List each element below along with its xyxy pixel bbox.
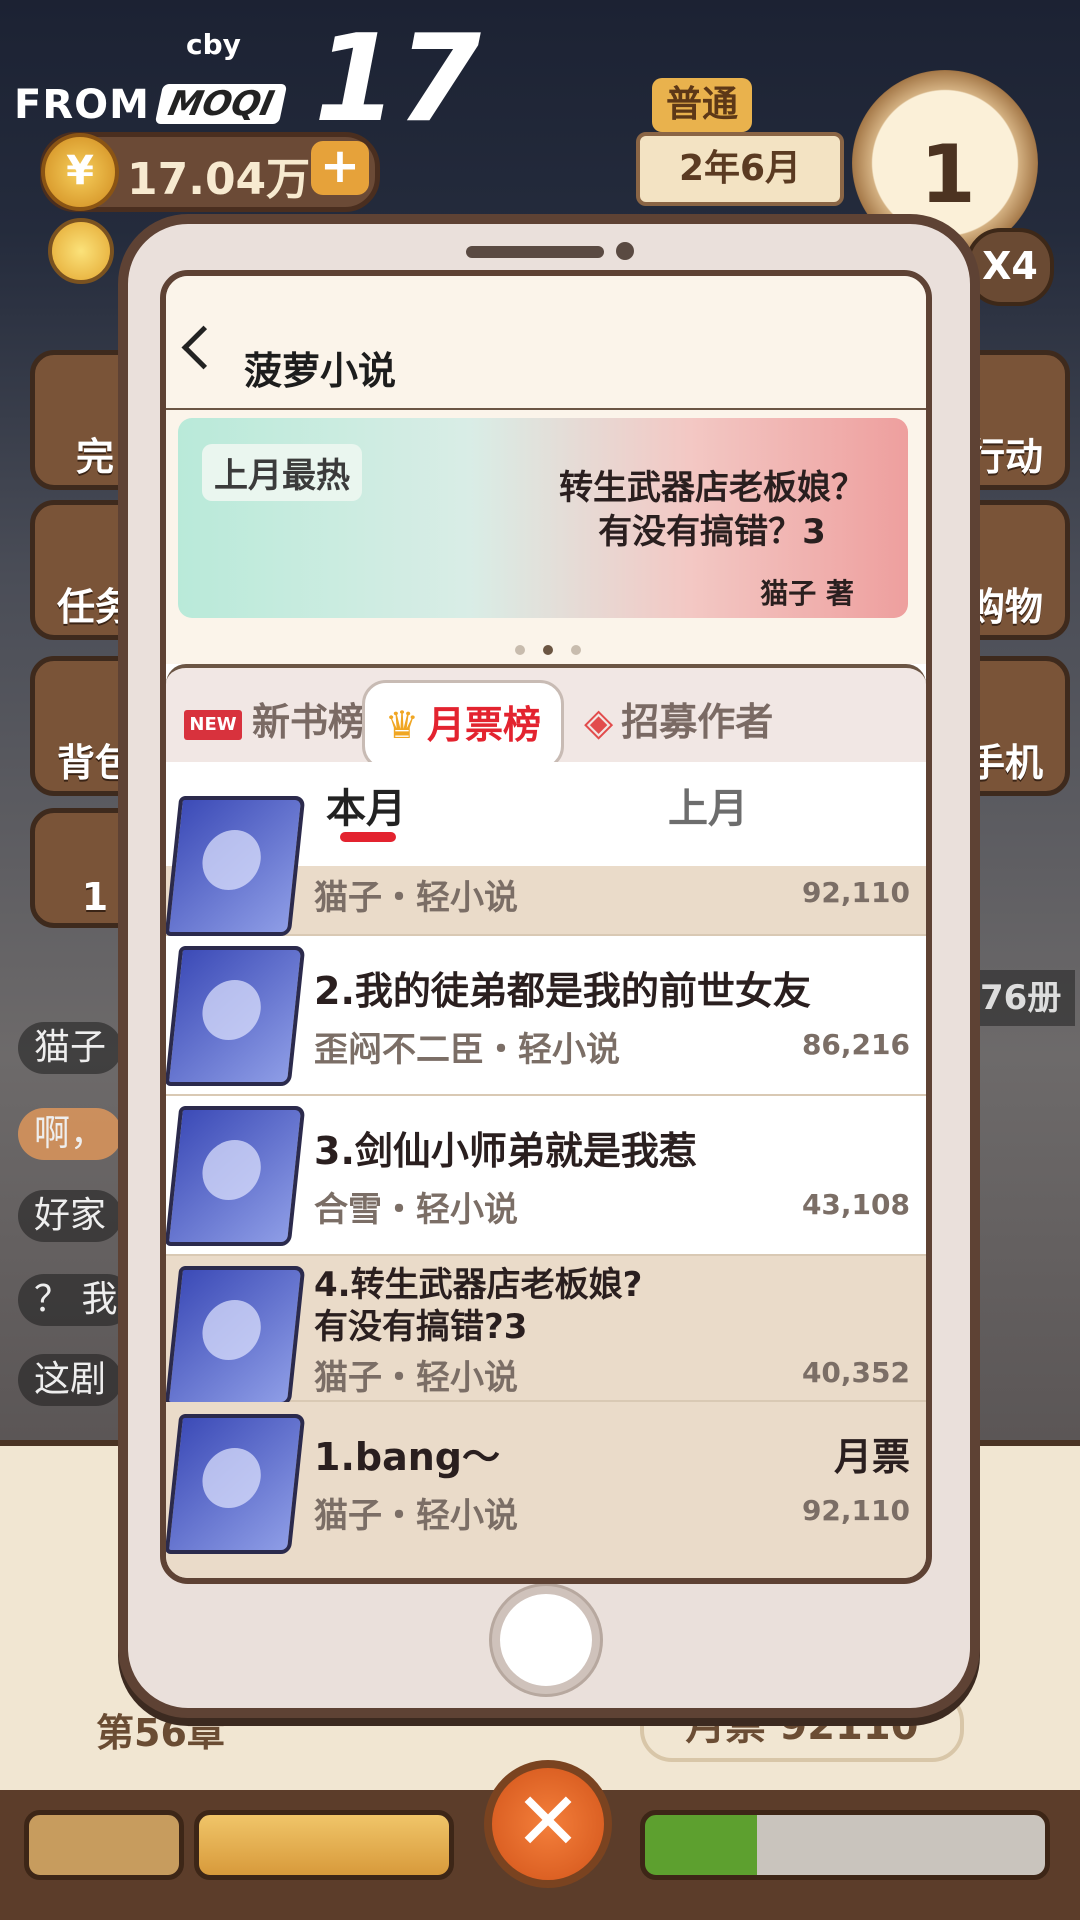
app-header: 菠萝小说 (166, 276, 926, 410)
chat-line: ？ 我 (18, 1274, 134, 1326)
banner-pagination (506, 640, 590, 659)
book-votes: 92,110 (801, 876, 910, 909)
new-badge: NEW (184, 709, 242, 740)
chat-line: 啊， (18, 1108, 123, 1160)
list-item[interactable]: 猫子・轻小说 92,110 (166, 796, 926, 937)
pagination-dot-active[interactable] (543, 645, 553, 655)
book-votes: 86,216 (801, 1028, 910, 1061)
book-meta: 猫子・轻小说 (314, 1496, 518, 1536)
book-votes: 40,352 (801, 1356, 910, 1389)
book-volume-count: 76册 (966, 970, 1076, 1026)
close-button[interactable]: ✕ (484, 1760, 612, 1888)
ranking-tabs: NEW 新书榜 ♛ 月票榜 ◈ 招募作者 (166, 664, 926, 770)
subtab-last-month[interactable]: 上月 (668, 776, 748, 834)
book-title: 2.我的徒弟都是我的前世女友 (314, 969, 811, 1013)
tab-new-books[interactable]: NEW 新书榜 (184, 680, 366, 764)
book-title: 3.剑仙小师弟就是我惹 (314, 1129, 697, 1173)
list-item[interactable]: 2.我的徒弟都是我的前世女友 歪闷不二臣・轻小说 86,216 (166, 936, 926, 1097)
home-button[interactable] (492, 1586, 600, 1694)
watermark-number: 17 (314, 10, 481, 149)
phone-camera (616, 242, 634, 260)
tab-label: 月票榜 (427, 703, 542, 747)
book-votes: 43,108 (801, 1188, 910, 1221)
tab-monthly-votes[interactable]: ♛ 月票榜 (362, 680, 564, 770)
handshake-icon: ◈ (584, 700, 614, 744)
coin-icon: ¥ (41, 133, 119, 211)
tab-label: 招募作者 (621, 700, 774, 744)
back-arrow-icon[interactable] (181, 325, 226, 370)
lightbulb-icon[interactable] (48, 218, 114, 284)
watermark-from: FROM (14, 82, 150, 128)
tab-label: 新书榜 (252, 700, 367, 744)
book-meta: 猫子・轻小说 (314, 878, 518, 918)
cover-art (199, 1448, 264, 1508)
cover-art (199, 1140, 264, 1200)
book-cover (166, 1266, 306, 1406)
app-title: 菠萝小说 (244, 349, 397, 393)
clock-day: 1 (920, 128, 976, 221)
chat-line: 好家 (18, 1190, 123, 1242)
progress-bar (194, 1810, 454, 1880)
progress-bar (640, 1810, 1050, 1880)
book-meta: 歪闷不二臣・轻小说 (314, 1030, 620, 1070)
book-meta: 猫子・轻小说 (314, 1358, 518, 1398)
watermark-by: cby (186, 28, 241, 61)
book-cover (166, 1106, 306, 1246)
book-title: 4.转生武器店老板娘?有没有搞错?3 (314, 1265, 643, 1347)
subtab-this-month[interactable]: 本月 (326, 776, 406, 834)
difficulty-tag: 普通 (652, 78, 752, 132)
tab-recruit-authors[interactable]: ◈ 招募作者 (584, 680, 773, 764)
add-coins-button[interactable]: + (311, 141, 369, 195)
book-cover (166, 796, 306, 936)
phone-screen: 菠萝小说 上月最热 转生武器店老板娘？有没有搞错？3 猫子 著 NEW 新书榜 ♛… (160, 270, 932, 1584)
cover-art (199, 1300, 264, 1360)
game-date: 2年6月 (636, 132, 844, 206)
chat-line: 猫子 (18, 1022, 123, 1074)
book-cover (166, 946, 306, 1086)
progress-slot (24, 1810, 184, 1880)
chat-line: 这剧 (18, 1354, 123, 1406)
banner-book-title: 转生武器店老板娘？有没有搞错？3 (559, 468, 865, 552)
book-meta: 合雪・轻小说 (314, 1190, 518, 1230)
pagination-dot[interactable] (571, 645, 581, 655)
banner-author: 猫子 著 (760, 577, 854, 610)
banner-tag: 上月最热 (202, 444, 362, 501)
cover-art (199, 830, 264, 890)
list-item[interactable]: 4.转生武器店老板娘?有没有搞错?3 猫子・轻小说 40,352 (166, 1256, 926, 1406)
book-votes: 92,110 (801, 1494, 910, 1527)
coin-counter: ¥ 17.04万 + (40, 132, 380, 212)
featured-banner[interactable]: 上月最热 转生武器店老板娘？有没有搞错？3 猫子 著 (178, 418, 908, 618)
watermark-brand: MOQI (154, 84, 288, 124)
pagination-dot[interactable] (515, 645, 525, 655)
banner-area: 上月最热 转生武器店老板娘？有没有搞错？3 猫子 著 (166, 410, 926, 664)
ranking-list[interactable]: 猫子・轻小说 92,110 2.我的徒弟都是我的前世女友 歪闷不二臣・轻小说 8… (166, 796, 926, 1578)
list-item[interactable]: 1.bang～ 月票 猫子・轻小说 92,110 (166, 1402, 926, 1578)
coin-value: 17.04万 (127, 154, 311, 205)
list-item[interactable]: 3.剑仙小师弟就是我惹 合雪・轻小说 43,108 (166, 1096, 926, 1257)
active-tab-indicator (340, 832, 396, 842)
cover-art (199, 980, 264, 1040)
book-cover (166, 1414, 306, 1554)
book-title: 1.bang～ (314, 1435, 500, 1479)
monthly-votes-label: 月票 (833, 1435, 910, 1479)
phone-speaker (466, 246, 604, 258)
crown-icon: ♛ (384, 703, 420, 747)
